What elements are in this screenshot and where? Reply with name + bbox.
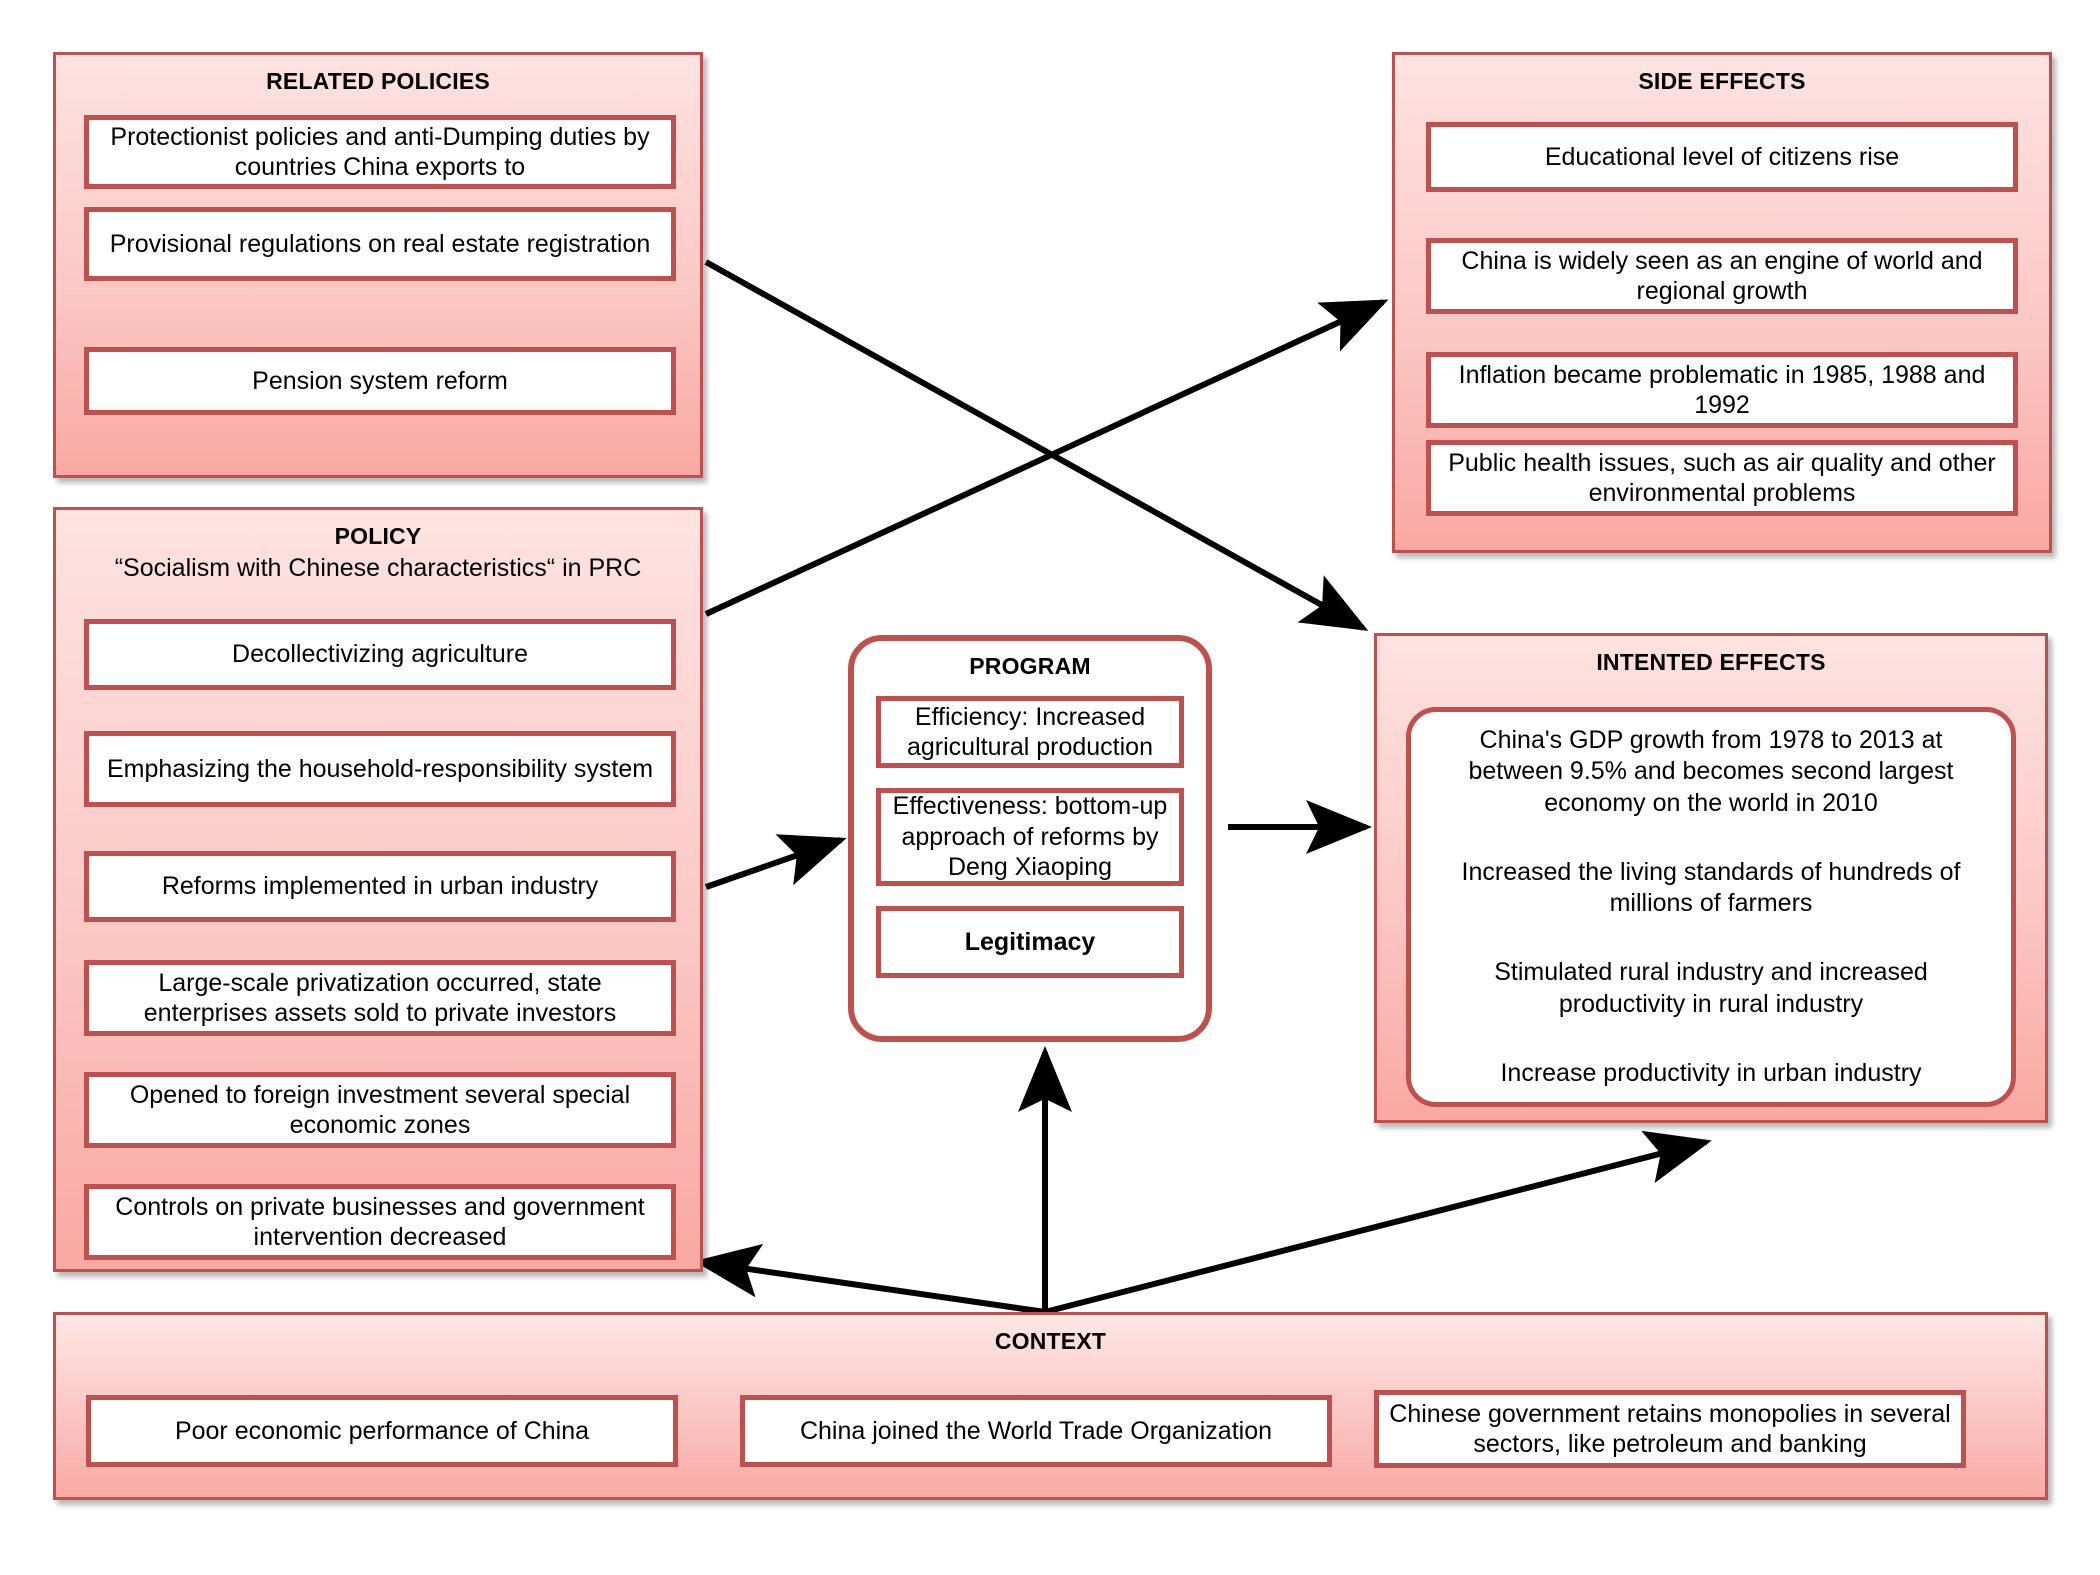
related-policies-item-2: Provisional regulations on real estate r… (84, 207, 676, 281)
intented-effects-line-2: Increased the living standards of hundre… (1461, 857, 1961, 917)
arrow-context-to-policy (694, 1243, 1046, 1315)
policy-item-3: Reforms implemented in urban industry (84, 851, 676, 922)
program-item-3: Legitimacy (876, 906, 1184, 978)
intented-effects-title: INTENTED EFFECTS (1596, 649, 1826, 675)
arrow-policy-to-program (705, 834, 847, 890)
related-policies-item-3: Pension system reform (84, 347, 676, 415)
arrow-policy-to-side-effects (704, 299, 1389, 617)
side-effects-item-3: Inflation became problematic in 1985, 19… (1426, 352, 2018, 428)
side-effects-item-2: China is widely seen as an engine of wor… (1426, 238, 2018, 314)
program-title: PROGRAM (969, 653, 1091, 679)
program-item-2: Effectiveness: bottom-up approach of ref… (876, 788, 1184, 886)
context-item-3: Chinese government retains monopolies in… (1374, 1390, 1966, 1468)
program-item-1: Efficiency: Increased agricultural produ… (876, 696, 1184, 768)
context-item-2: China joined the World Trade Organizatio… (740, 1395, 1332, 1467)
side-effects-title: SIDE EFFECTS (1638, 68, 1806, 94)
policy-item-6: Controls on private businesses and gover… (84, 1184, 676, 1260)
related-policies-item-1: Protectionist policies and anti-Dumping … (84, 115, 676, 189)
policy-item-4: Large-scale privatization occurred, stat… (84, 960, 676, 1036)
policy-title: POLICY (334, 523, 422, 549)
intented-effects-line-4: Increase productivity in urban industry (1500, 1058, 1922, 1087)
context-item-1: Poor economic performance of China (86, 1395, 678, 1467)
related-policies-title: RELATED POLICIES (266, 68, 490, 94)
policy-item-2: Emphasizing the household-responsibility… (84, 731, 676, 807)
policy-item-5: Opened to foreign investment several spe… (84, 1072, 676, 1148)
arrow-related-policies-to-intented-effects (704, 259, 1369, 631)
intented-effects-content: China's GDP growth from 1978 to 2013 at … (1406, 707, 2016, 1107)
intented-effects-line-3: Stimulated rural industry and increased … (1494, 958, 1928, 1018)
side-effects-item-1: Educational level of citizens rise (1426, 122, 2018, 192)
intented-effects-line-1: China's GDP growth from 1978 to 2013 at … (1468, 726, 1954, 817)
arrow-context-to-intented-effects (1044, 1130, 1712, 1315)
side-effects-item-4: Public health issues, such as air qualit… (1426, 440, 2018, 516)
policy-subtitle: “Socialism with Chinese characteristics“… (114, 554, 642, 582)
policy-item-1: Decollectivizing agriculture (84, 619, 676, 690)
context-title: CONTEXT (994, 1328, 1107, 1354)
